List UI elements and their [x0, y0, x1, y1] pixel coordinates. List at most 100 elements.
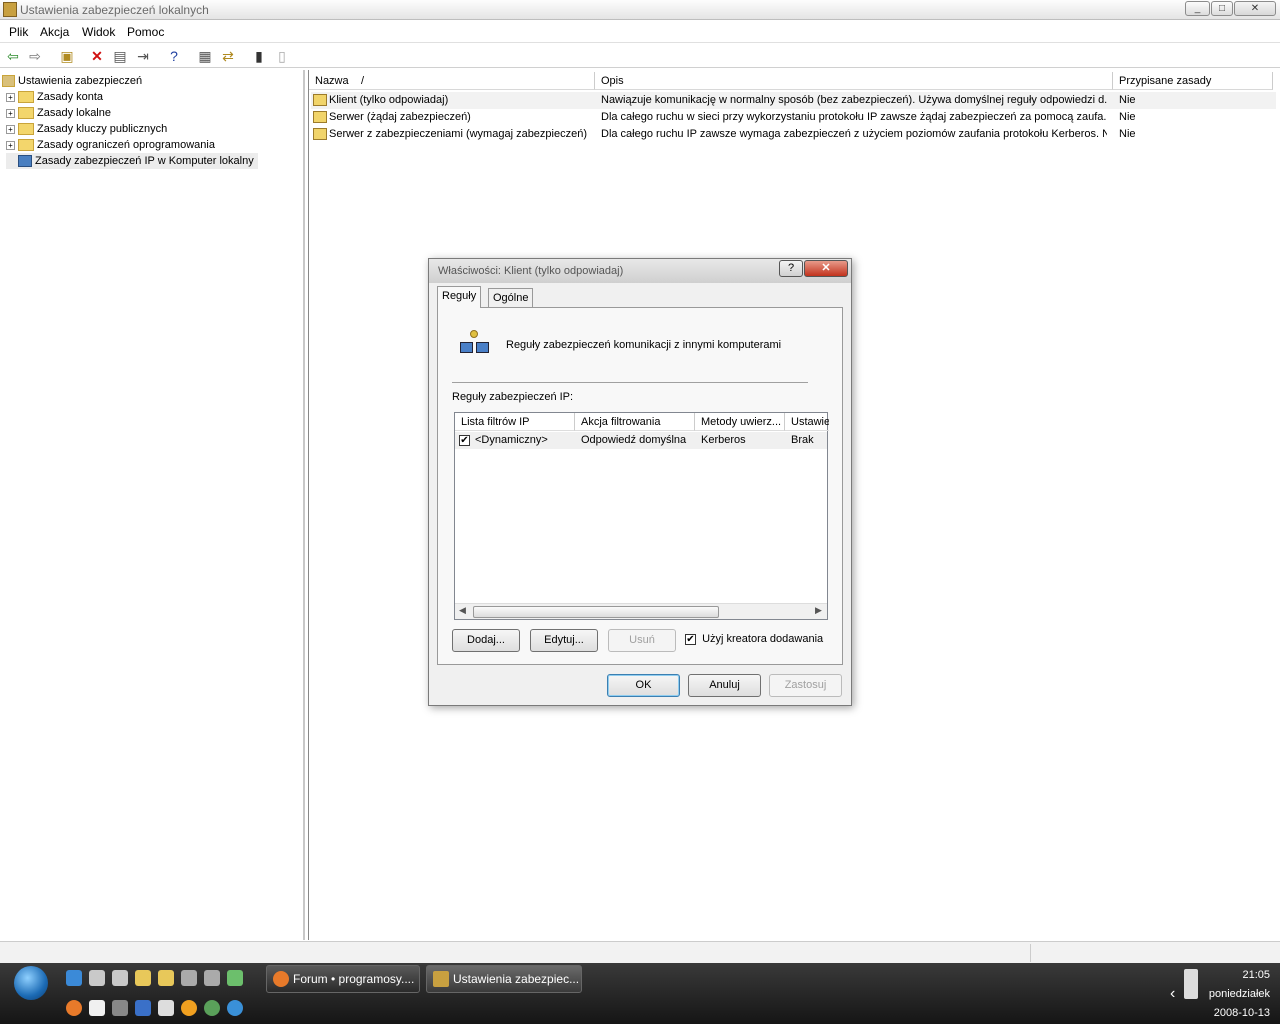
tab-rules[interactable]: Reguły [437, 286, 482, 308]
shield-icon[interactable] [112, 1000, 128, 1016]
task-label: Forum • programosy.... [293, 972, 415, 986]
clock-day[interactable]: poniedziałek [1209, 988, 1270, 1000]
dialog-close-button[interactable]: ✕ [804, 260, 848, 277]
tree-item-account-policies[interactable]: + Zasady konta [6, 89, 103, 105]
task-button-forum[interactable]: Forum • programosy.... [266, 965, 420, 993]
folder-icon [18, 107, 34, 120]
menu-view[interactable]: Widok [82, 25, 115, 39]
wizard-label: Użyj kreatora dodawania [702, 633, 824, 645]
recycle-icon[interactable] [227, 970, 243, 986]
restore-button[interactable]: □ [1211, 1, 1233, 16]
cancel-button[interactable]: Anuluj [688, 674, 761, 697]
column-header-name[interactable]: Nazwa / [309, 72, 595, 90]
policy-icon[interactable]: ▮ [250, 47, 268, 65]
column-header-filter-list[interactable]: Lista filtrów IP [455, 413, 575, 431]
menu-file[interactable]: Plik [9, 25, 28, 39]
delete-icon[interactable]: ✕ [88, 47, 106, 65]
assign-icon[interactable]: ⇄ [219, 47, 237, 65]
forward-arrow-icon[interactable]: ⇨ [26, 47, 44, 65]
network-icon[interactable] [181, 970, 197, 986]
new-policy-icon[interactable]: ▦ [196, 47, 214, 65]
window-title: Ustawienia zabezpieczeń lokalnych [20, 3, 209, 17]
list-row[interactable]: Serwer z zabezpieczeniami (wymagaj zabez… [311, 126, 1276, 143]
folder-icon[interactable] [158, 970, 174, 986]
menu-help[interactable]: Pomoc [127, 25, 164, 39]
list-row[interactable]: Klient (tylko odpowiadaj) Nawiązuje komu… [311, 92, 1276, 109]
tree-item-public-key-policies[interactable]: + Zasady kluczy publicznych [6, 121, 167, 137]
folder-icon [18, 123, 34, 136]
document-icon[interactable] [89, 1000, 105, 1016]
security-settings-icon [433, 971, 449, 987]
tab-general[interactable]: Ogólne [488, 288, 534, 308]
firefox-icon[interactable] [66, 1000, 82, 1016]
ok-button[interactable]: OK [607, 674, 680, 697]
app-icon[interactable] [135, 1000, 151, 1016]
column-header-filter-action[interactable]: Akcja filtrowania [575, 413, 695, 431]
column-header-auth-methods[interactable]: Metody uwierz... [695, 413, 785, 431]
rule-action: Odpowiedź domyślna [581, 434, 687, 446]
task-label: Ustawienia zabezpiec... [453, 972, 580, 986]
folder-icon[interactable] [135, 970, 151, 986]
dialog-title: Właściwości: Klient (tylko odpowiadaj) [438, 265, 624, 277]
expand-icon[interactable]: + [6, 108, 15, 118]
help-icon[interactable]: ? [165, 47, 183, 65]
scroll-left-icon[interactable]: ◀ [459, 605, 466, 616]
properties-icon[interactable]: ▤ [111, 47, 129, 65]
clock-date[interactable]: 2008-10-13 [1214, 1007, 1270, 1019]
tree-pane: Ustawienia zabezpieczeń + Zasady konta + Z… [0, 70, 305, 940]
ie-icon[interactable] [66, 970, 82, 986]
firefox-icon [273, 971, 289, 987]
clock-time[interactable]: 21:05 [1242, 969, 1270, 981]
tray-expand-icon[interactable]: ‹ [1170, 985, 1175, 1003]
column-header-assigned[interactable]: Przypisane zasady [1113, 72, 1273, 90]
menu-action[interactable]: Akcja [40, 25, 69, 39]
row-description: Dla całego ruchu IP zawsze wymaga zabezp… [601, 128, 1107, 140]
up-folder-icon[interactable]: ▣ [58, 47, 76, 65]
help-button[interactable]: ? [779, 260, 803, 277]
user-icon[interactable] [89, 970, 105, 986]
task-button-security-settings[interactable]: Ustawienia zabezpiec... [426, 965, 582, 993]
tree-root[interactable]: Ustawienia zabezpieczeń [2, 73, 142, 89]
edit-policy-icon[interactable]: ▯ [273, 47, 291, 65]
window-titlebar: Ustawienia zabezpieczeń lokalnych _ □ ✕ [0, 0, 1280, 20]
expand-icon[interactable]: + [6, 92, 15, 102]
expand-icon[interactable]: + [6, 140, 15, 150]
rule-checkbox[interactable]: ✔ [459, 435, 470, 446]
minimize-button[interactable]: _ [1185, 1, 1210, 16]
export-icon[interactable]: ⇥ [134, 47, 152, 65]
start-button[interactable] [14, 966, 48, 1000]
column-header-settings[interactable]: Ustawie [785, 413, 829, 431]
wizard-checkbox[interactable]: ✔ [685, 633, 696, 645]
tray-device-icon[interactable] [1184, 969, 1198, 999]
notepad-icon[interactable] [158, 1000, 174, 1016]
dialog-titlebar: Właściwości: Klient (tylko odpowiadaj) ?… [429, 259, 851, 283]
skype-icon[interactable] [227, 1000, 243, 1016]
remove-button[interactable]: Usuń [608, 629, 676, 652]
torrent-icon[interactable] [204, 1000, 220, 1016]
wizard-option[interactable]: ✔ Użyj kreatora dodawania [685, 633, 823, 645]
back-arrow-icon[interactable]: ⇦ [4, 47, 22, 65]
network-icon[interactable] [204, 970, 220, 986]
messenger-icon[interactable] [181, 1000, 197, 1016]
list-row[interactable]: Serwer (żądaj zabezpieczeń) Dla całego r… [311, 109, 1276, 126]
tree-item-ip-security[interactable]: Zasady zabezpieczeń IP w Komputer lokaln… [6, 153, 258, 169]
tree-item-label: Zasady lokalne [37, 107, 111, 119]
rule-row[interactable]: ✔ <Dynamiczny> Odpowiedź domyślna Kerber… [455, 432, 827, 449]
expand-icon[interactable]: + [6, 124, 15, 134]
edit-button[interactable]: Edytuj... [530, 629, 598, 652]
menu-bar: Plik Akcja Widok Pomoc [0, 21, 1280, 43]
apply-button[interactable]: Zastosuj [769, 674, 842, 697]
close-button[interactable]: ✕ [1234, 1, 1276, 16]
separator [452, 382, 808, 383]
column-header-description[interactable]: Opis [595, 72, 1113, 90]
status-divider [1030, 944, 1031, 962]
tree-item-local-policies[interactable]: + Zasady lokalne [6, 105, 111, 121]
add-button[interactable]: Dodaj... [452, 629, 520, 652]
user-icon[interactable] [112, 970, 128, 986]
scroll-right-icon[interactable]: ▶ [815, 605, 822, 616]
tree-item-software-restriction[interactable]: + Zasady ograniczeń oprogramowania [6, 137, 215, 153]
tree-item-label: Zasady zabezpieczeń IP w Komputer lokaln… [35, 155, 254, 167]
scrollbar-thumb[interactable] [473, 606, 719, 618]
policy-icon [313, 128, 327, 141]
horizontal-scrollbar[interactable]: ◀ ▶ [455, 603, 827, 619]
